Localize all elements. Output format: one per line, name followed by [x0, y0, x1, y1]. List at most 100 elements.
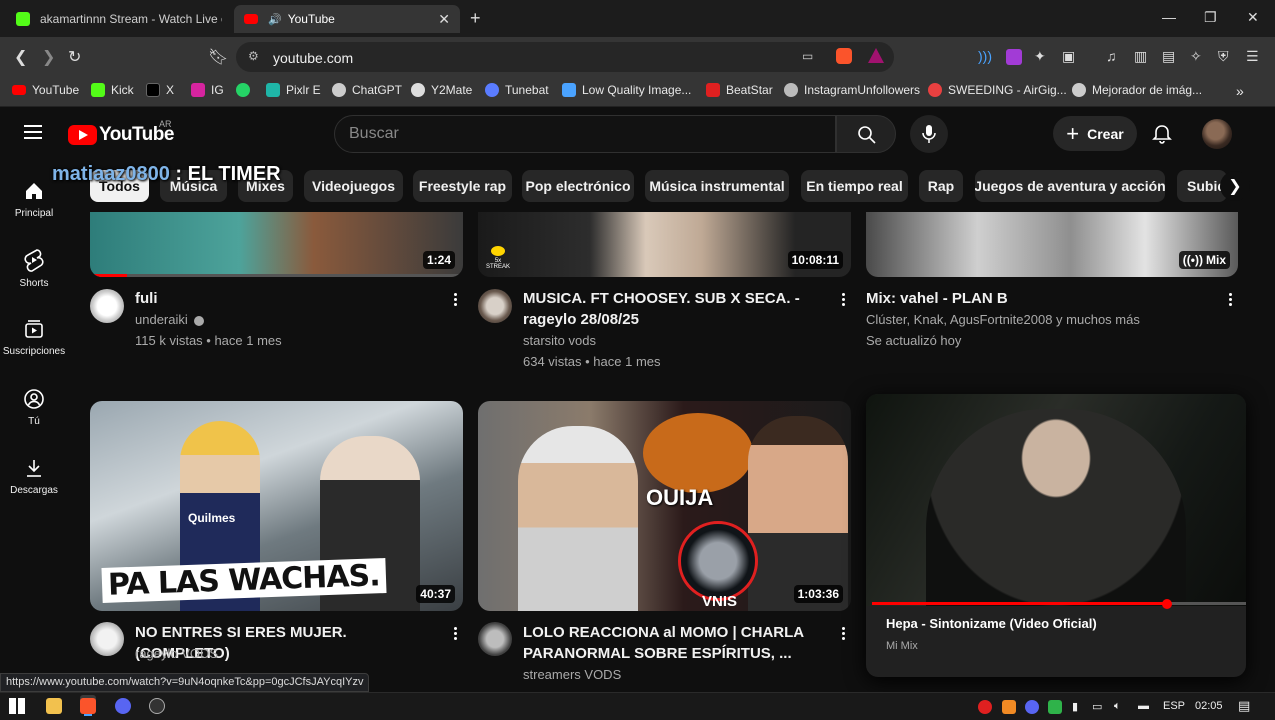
address-bar[interactable]: ⚙ youtube.com ▭	[236, 42, 894, 72]
channel-name[interactable]: streamers VODS	[523, 664, 621, 685]
leo-ai-icon[interactable]: ✧	[1190, 48, 1202, 65]
bookmark-icon[interactable]: 🔖︎	[208, 47, 228, 67]
create-button[interactable]: + Crear	[1053, 116, 1137, 151]
more-options-icon[interactable]	[454, 627, 458, 642]
channel-avatar[interactable]	[478, 289, 512, 323]
close-tab-icon[interactable]: ✕	[438, 11, 450, 28]
more-options-icon[interactable]	[842, 293, 846, 308]
file-explorer-icon[interactable]	[46, 698, 62, 714]
reload-button[interactable]: ↻	[68, 47, 81, 67]
video-title[interactable]: Mix: vahel - PLAN B	[866, 288, 1206, 309]
bookmark-y2mate[interactable]: Y2Mate	[411, 83, 472, 97]
preview-progress-bar[interactable]	[872, 602, 1246, 605]
site-info-icon[interactable]: ⚙	[248, 49, 259, 63]
extension-wifi-icon[interactable]: )))	[978, 48, 992, 64]
bookmark-sweeding[interactable]: SWEEDING - AirGig...	[928, 83, 1067, 97]
guide-suscripciones[interactable]: Suscripciones	[0, 318, 68, 357]
more-options-icon[interactable]	[1229, 293, 1233, 308]
wallet-icon[interactable]: ▤	[1162, 48, 1175, 65]
chip-pop-electronico[interactable]: Pop electrónico	[522, 170, 634, 202]
network-icon[interactable]: ▭	[1092, 700, 1102, 713]
chip-rap[interactable]: Rap	[919, 170, 963, 202]
guide-tu[interactable]: Tú	[0, 388, 68, 427]
bookmark-mejorador[interactable]: Mejorador de imág...	[1072, 83, 1202, 97]
guide-descargas[interactable]: Descargas	[0, 457, 68, 496]
bookmark-low-quality-image[interactable]: Low Quality Image...	[562, 83, 691, 97]
preview-video[interactable]	[866, 394, 1246, 606]
more-options-icon[interactable]	[842, 627, 846, 642]
more-bookmarks-button[interactable]: »	[1236, 83, 1244, 99]
maximize-button[interactable]: ❐	[1204, 9, 1217, 26]
extension-download-icon[interactable]	[1006, 49, 1022, 65]
bookmark-pixlr[interactable]: Pixlr E	[266, 83, 321, 97]
tab-youtube[interactable]: 🔊 YouTube ✕	[234, 5, 460, 33]
volume-icon[interactable]: 🔈︎	[1114, 700, 1121, 713]
progress-scrubber[interactable]	[1162, 599, 1173, 609]
notifications-icon[interactable]: ▤	[1238, 698, 1250, 714]
app-icon[interactable]	[149, 698, 165, 714]
bookmark-ig[interactable]: IG	[191, 83, 224, 97]
tray-app-icon[interactable]	[1002, 700, 1016, 714]
bookmark-whatsapp[interactable]	[236, 83, 256, 97]
media-icon[interactable]: ♫	[1106, 48, 1117, 64]
cast-icon[interactable]: ▭	[802, 49, 813, 63]
channel-avatar[interactable]	[478, 622, 512, 656]
channel-name[interactable]: underaiki	[135, 309, 204, 330]
bookmark-beatstar[interactable]: BeatStar	[706, 83, 773, 97]
bookmark-tunebat[interactable]: Tunebat	[485, 83, 549, 97]
more-options-icon[interactable]	[454, 293, 458, 308]
bookmark-youtube[interactable]: YouTube	[12, 83, 79, 97]
tray-app-icon[interactable]	[978, 700, 992, 714]
tray-app-icon[interactable]	[1048, 700, 1062, 714]
brave-browser-icon[interactable]	[80, 698, 96, 714]
forward-button[interactable]: ❯	[42, 47, 55, 67]
discord-tray-icon[interactable]	[1025, 700, 1039, 714]
video-title[interactable]: fuli	[135, 288, 435, 309]
chip-freestyle-rap[interactable]: Freestyle rap	[413, 170, 512, 202]
back-button[interactable]: ❮	[14, 47, 27, 67]
chip-videojuegos[interactable]: Videojuegos	[304, 170, 403, 202]
new-tab-button[interactable]: +	[470, 8, 481, 29]
chip-musica-instrumental[interactable]: Música instrumental	[645, 170, 789, 202]
brave-shield-icon[interactable]	[836, 48, 852, 64]
channel-name[interactable]: Clúster, Knak, AgusFortnite2008 y muchos…	[866, 309, 1140, 330]
chip-juegos-aventura[interactable]: Juegos de aventura y acción	[975, 170, 1165, 202]
guide-shorts[interactable]: Shorts	[0, 248, 68, 289]
channel-name[interactable]: rageylo VODS	[135, 643, 218, 664]
search-box[interactable]	[334, 115, 836, 153]
sidebar-icon[interactable]: ▥	[1134, 48, 1147, 65]
channel-avatar[interactable]	[90, 289, 124, 323]
notifications-bell-icon[interactable]	[1151, 123, 1173, 145]
windows-start-icon[interactable]	[9, 698, 25, 714]
search-input[interactable]	[349, 125, 809, 143]
extensions-puzzle-icon[interactable]: ✦	[1034, 48, 1046, 65]
brave-rewards-icon[interactable]	[868, 48, 884, 63]
battery-icon[interactable]: ▬	[1138, 700, 1149, 712]
extension-screenshot-icon[interactable]: ▣	[1062, 48, 1075, 65]
vpn-icon[interactable]: ⛨	[1218, 48, 1229, 65]
video-title[interactable]: LOLO REACCIONA al MOMO | CHARLA PARANORM…	[523, 622, 823, 664]
clock[interactable]: 02:05	[1195, 700, 1223, 712]
search-button[interactable]	[836, 115, 896, 153]
video-thumbnail[interactable]: ((•)) Mix	[866, 212, 1238, 277]
bookmark-x[interactable]: X	[146, 83, 174, 97]
account-avatar[interactable]	[1202, 119, 1232, 149]
chip-en-tiempo-real[interactable]: En tiempo real	[801, 170, 908, 202]
microphone-tray-icon[interactable]: ▮	[1072, 700, 1078, 713]
voice-search-button[interactable]	[910, 115, 948, 153]
minimize-button[interactable]: —	[1162, 9, 1176, 25]
video-preview-player[interactable]: Hepa - Sintonizame (Video Oficial) Mi Mi…	[866, 394, 1246, 677]
close-window-button[interactable]: ✕	[1247, 9, 1259, 26]
menu-icon[interactable]	[24, 125, 42, 139]
channel-avatar[interactable]	[90, 622, 124, 656]
channel-name[interactable]: starsito vods	[523, 330, 596, 351]
bookmark-kick[interactable]: Kick	[91, 83, 134, 97]
video-title[interactable]: MUSICA. FT CHOOSEY. SUB X SECA. - rageyl…	[523, 288, 823, 330]
tab-kick[interactable]: akamartinnn Stream - Watch Live on Kick	[6, 5, 232, 33]
menu-icon[interactable]: ☰	[1246, 48, 1259, 65]
chevron-right-icon[interactable]: ❯	[1220, 171, 1250, 201]
discord-icon[interactable]	[115, 698, 131, 714]
video-thumbnail[interactable]: OUIJA VNIS 1:03:36	[478, 401, 851, 611]
speaker-icon[interactable]: 🔊	[268, 13, 282, 26]
bookmark-chatgpt[interactable]: ChatGPT	[332, 83, 402, 97]
